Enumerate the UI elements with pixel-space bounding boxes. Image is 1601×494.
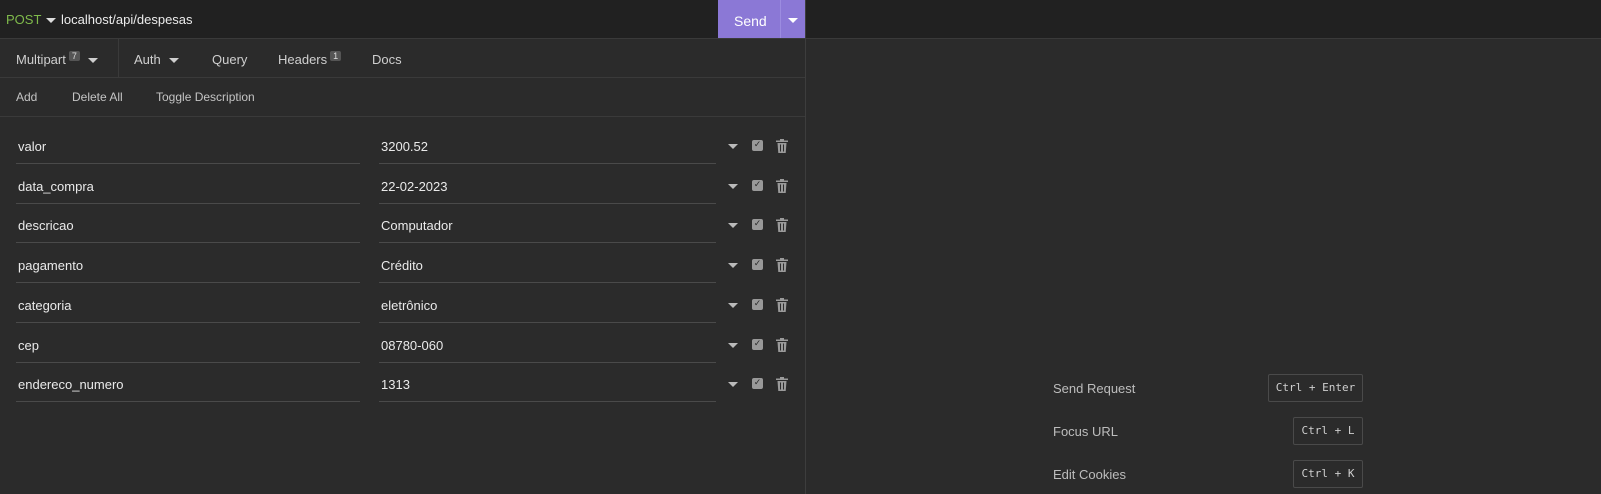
param-row: categoria eletrônico ✓: [0, 286, 805, 325]
param-options-icon[interactable]: [728, 302, 738, 308]
send-button[interactable]: Send: [718, 0, 805, 38]
param-name-field[interactable]: valor: [16, 127, 360, 164]
shortcut-send-request-keys: Ctrl + Enter: [1268, 374, 1363, 402]
method-selector[interactable]: POST: [6, 12, 41, 27]
param-options-icon[interactable]: [728, 263, 738, 269]
param-name-field[interactable]: data_compra: [16, 167, 360, 204]
tab-headers[interactable]: Headers 1: [278, 51, 342, 67]
trash-icon[interactable]: [776, 297, 788, 312]
param-value: Crédito: [381, 258, 423, 274]
checkbox-icon[interactable]: ✓: [752, 219, 763, 231]
param-value: eletrônico: [381, 297, 438, 313]
param-value: Computador: [381, 218, 453, 234]
toggle-description-button[interactable]: Toggle Description: [156, 90, 255, 104]
checkbox-icon[interactable]: ✓: [752, 259, 763, 271]
checkbox-icon[interactable]: ✓: [752, 378, 763, 390]
param-row: data_compra 22-02-2023 ✓: [0, 167, 805, 206]
param-name: pagamento: [18, 258, 84, 274]
param-options-icon[interactable]: [728, 342, 738, 348]
param-options-icon[interactable]: [728, 144, 738, 149]
tab-query[interactable]: Query: [212, 52, 247, 67]
shortcut-edit-cookies-keys: Ctrl + K: [1293, 460, 1363, 488]
checkbox-icon[interactable]: ✓: [752, 298, 763, 310]
param-name: endereco_numero: [18, 377, 124, 393]
param-value-field[interactable]: Crédito: [379, 246, 716, 284]
param-name: valor: [18, 139, 47, 154]
request-tabs: Multipart 7 Auth Query Headers 1 Docs: [0, 39, 805, 78]
response-pane: Send Request Ctrl + Enter Focus URL Ctrl…: [806, 0, 1601, 494]
trash-icon[interactable]: [776, 139, 788, 153]
tab-caret-icon[interactable]: [168, 58, 179, 64]
method-caret-icon[interactable]: [46, 18, 56, 23]
trash-icon[interactable]: [776, 218, 788, 233]
param-name: descricao: [18, 218, 74, 234]
checkbox-icon[interactable]: ✓: [752, 179, 763, 191]
param-value: 3200.52: [381, 139, 428, 154]
param-row: valor 3200.52 ✓: [0, 127, 805, 166]
param-name: categoria: [18, 297, 72, 313]
url-bar: POST localhost/api/despesas Send: [0, 0, 805, 39]
tab-auth[interactable]: Auth: [134, 52, 179, 67]
tab-divider: [118, 39, 119, 77]
param-value: 08780-060: [381, 337, 444, 353]
checkbox-icon[interactable]: ✓: [752, 140, 763, 151]
param-name-field[interactable]: cep: [16, 326, 360, 363]
param-name-field[interactable]: endereco_numero: [16, 365, 360, 403]
param-name-field[interactable]: pagamento: [16, 246, 360, 284]
shortcut-focus-url-label: Focus URL: [1053, 424, 1119, 439]
trash-icon[interactable]: [776, 377, 788, 392]
tab-badge: 7: [68, 51, 80, 61]
param-value-field[interactable]: eletrônico: [379, 286, 716, 323]
trash-icon[interactable]: [776, 337, 788, 352]
param-options-icon[interactable]: [728, 183, 738, 189]
param-name: cep: [18, 337, 39, 353]
send-divider: [780, 0, 781, 38]
shortcut-focus-url-keys: Ctrl + L: [1293, 417, 1363, 445]
shortcut-edit-cookies-label: Edit Cookies: [1053, 467, 1126, 482]
param-value-field[interactable]: Computador: [379, 206, 716, 244]
param-actions: Add Delete All Toggle Description: [0, 78, 805, 117]
param-value-field[interactable]: 22-02-2023: [379, 167, 716, 204]
param-value-field[interactable]: 08780-060: [379, 326, 716, 363]
param-row: pagamento Crédito ✓: [0, 246, 805, 285]
request-pane: POST localhost/api/despesas Send Multipa…: [0, 0, 806, 494]
param-value: 22-02-2023: [381, 178, 448, 194]
param-options-icon[interactable]: [728, 382, 738, 388]
param-name: data_compra: [18, 178, 94, 194]
param-value-field[interactable]: 3200.52: [379, 127, 716, 164]
add-param-button[interactable]: Add: [16, 90, 37, 104]
param-value: 1313: [381, 377, 410, 393]
param-row: cep 08780-060 ✓: [0, 326, 805, 365]
param-row: descricao Computador ✓: [0, 206, 805, 245]
tab-badge: 1: [330, 51, 342, 61]
shortcut-send-request-label: Send Request: [1053, 381, 1136, 396]
trash-icon[interactable]: [776, 258, 788, 273]
url-input[interactable]: localhost/api/despesas: [61, 12, 193, 27]
delete-all-button[interactable]: Delete All: [72, 90, 123, 104]
param-value-field[interactable]: 1313: [379, 365, 716, 403]
tab-docs[interactable]: Docs: [372, 52, 402, 67]
param-options-icon[interactable]: [728, 223, 738, 229]
response-header: [806, 0, 1601, 39]
param-name-field[interactable]: descricao: [16, 206, 360, 244]
checkbox-icon[interactable]: ✓: [752, 338, 763, 350]
send-button-label[interactable]: Send: [734, 13, 767, 29]
param-name-field[interactable]: categoria: [16, 286, 360, 323]
tab-caret-icon[interactable]: [87, 58, 98, 64]
param-row: endereco_numero 1313 ✓: [0, 365, 805, 404]
send-options-icon[interactable]: [788, 18, 798, 23]
trash-icon[interactable]: [776, 178, 788, 193]
tab-multipart[interactable]: Multipart 7: [16, 51, 98, 67]
